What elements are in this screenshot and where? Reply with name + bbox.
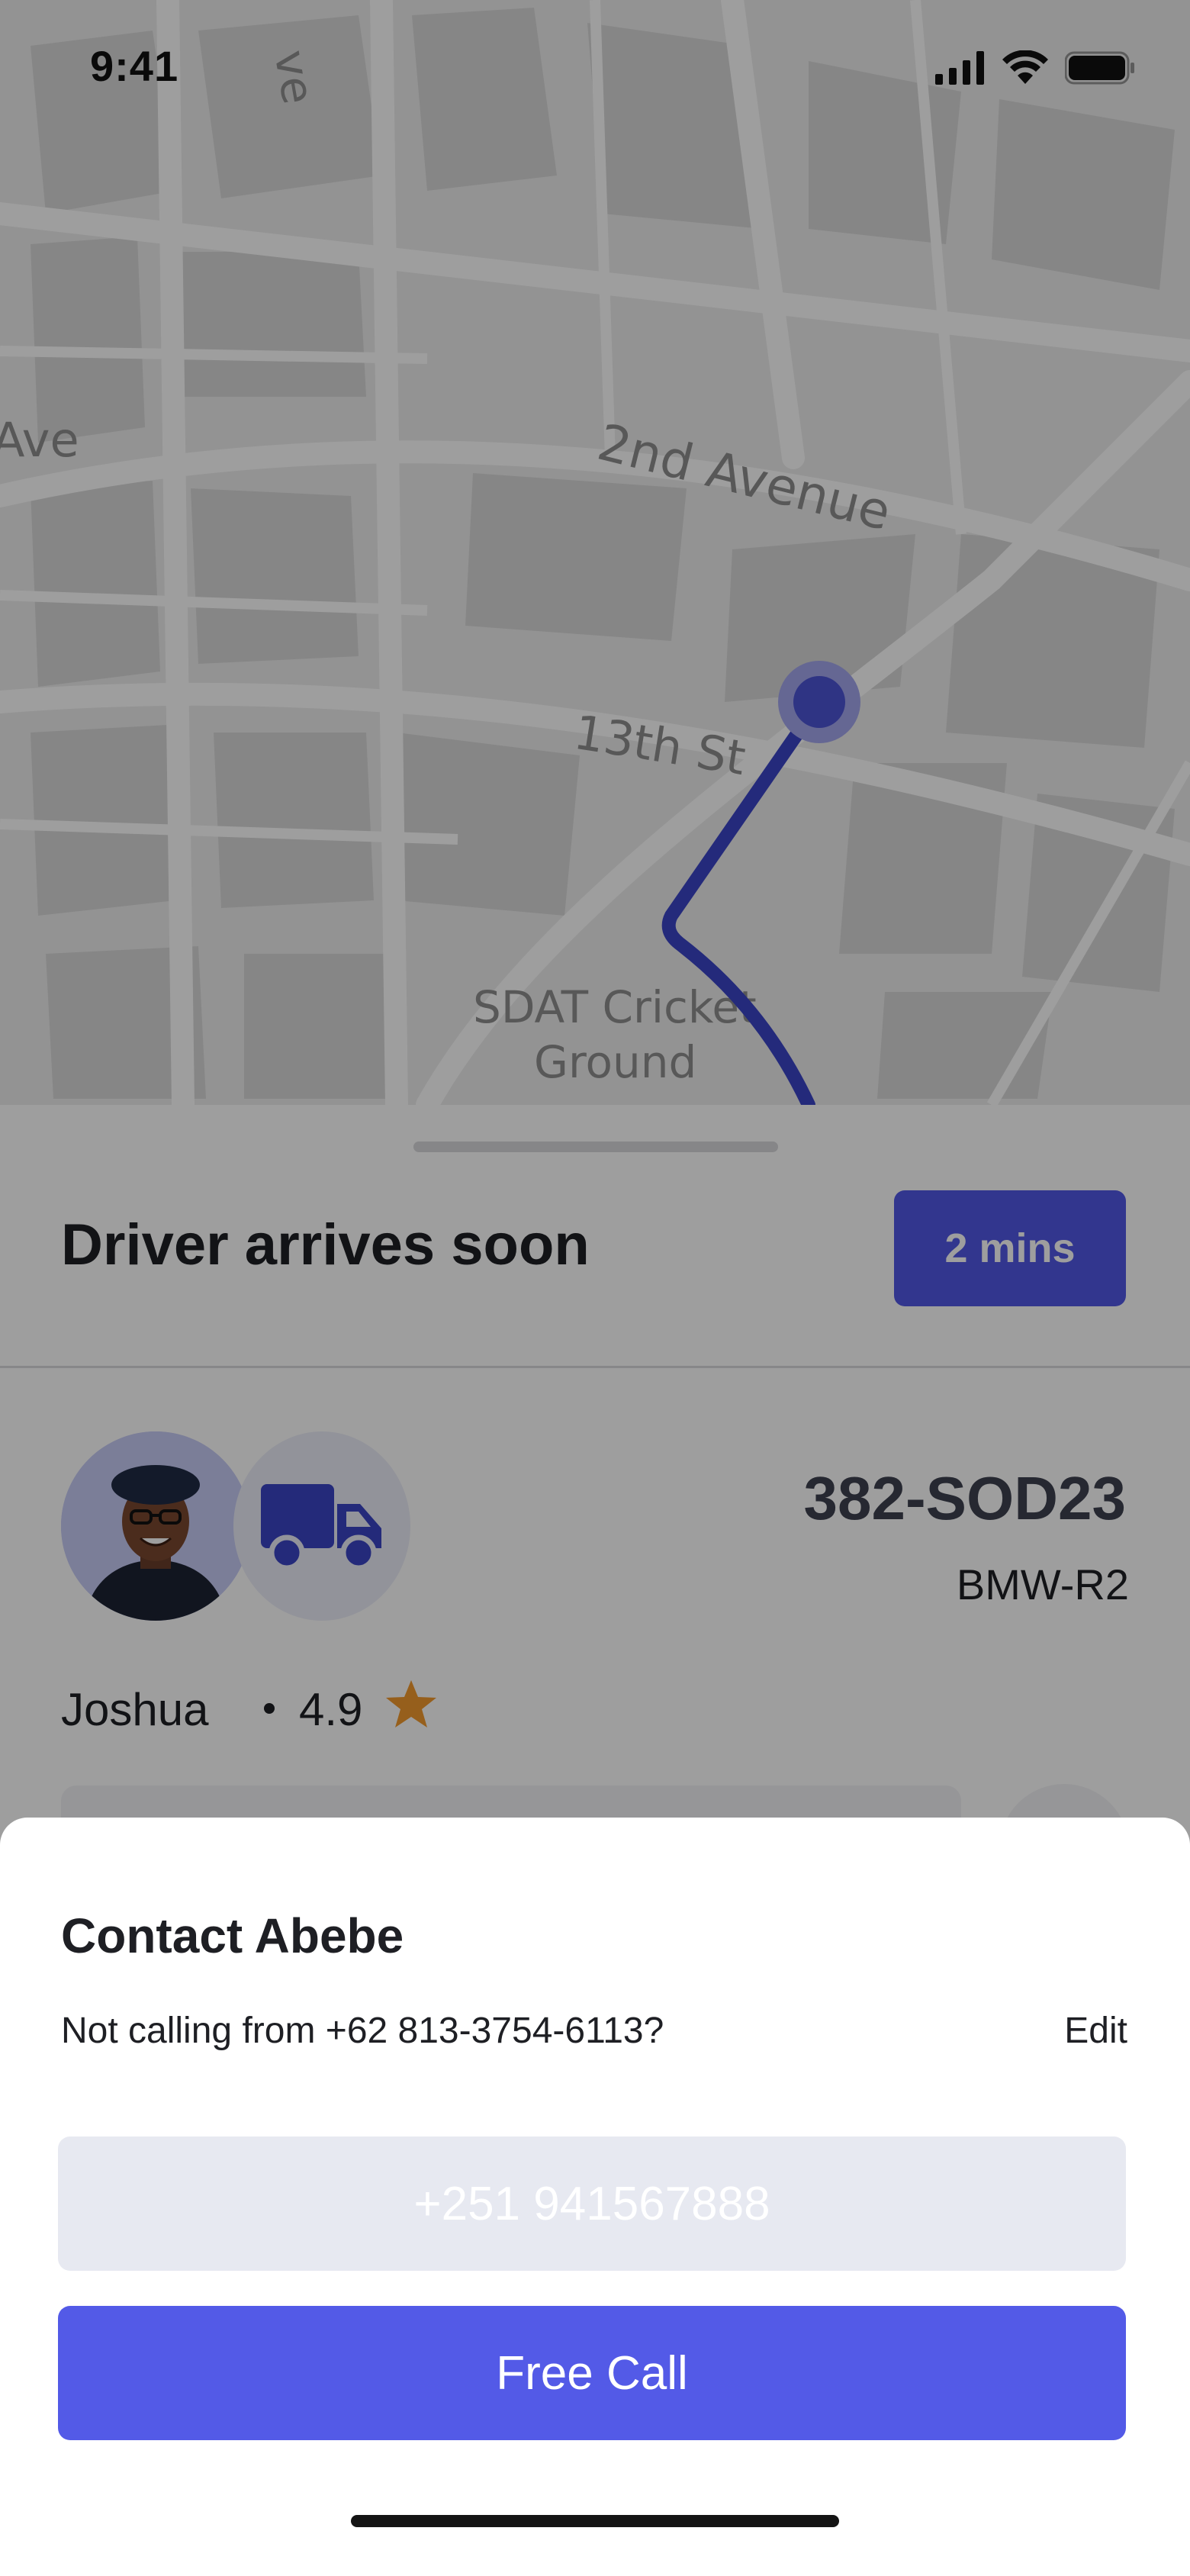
free-call-button[interactable]: Free Call — [58, 2306, 1126, 2440]
home-indicator — [351, 2515, 839, 2527]
contact-sheet: Contact Abebe Not calling from +62 813-3… — [0, 1818, 1190, 2576]
contact-title: Contact Abebe — [61, 1908, 404, 1963]
edit-number-link[interactable]: Edit — [1064, 2010, 1127, 2052]
phone-number-button[interactable]: +251 941567888 — [58, 2136, 1126, 2271]
calling-from-text: Not calling from +62 813-3754-6113? — [61, 2011, 664, 2051]
